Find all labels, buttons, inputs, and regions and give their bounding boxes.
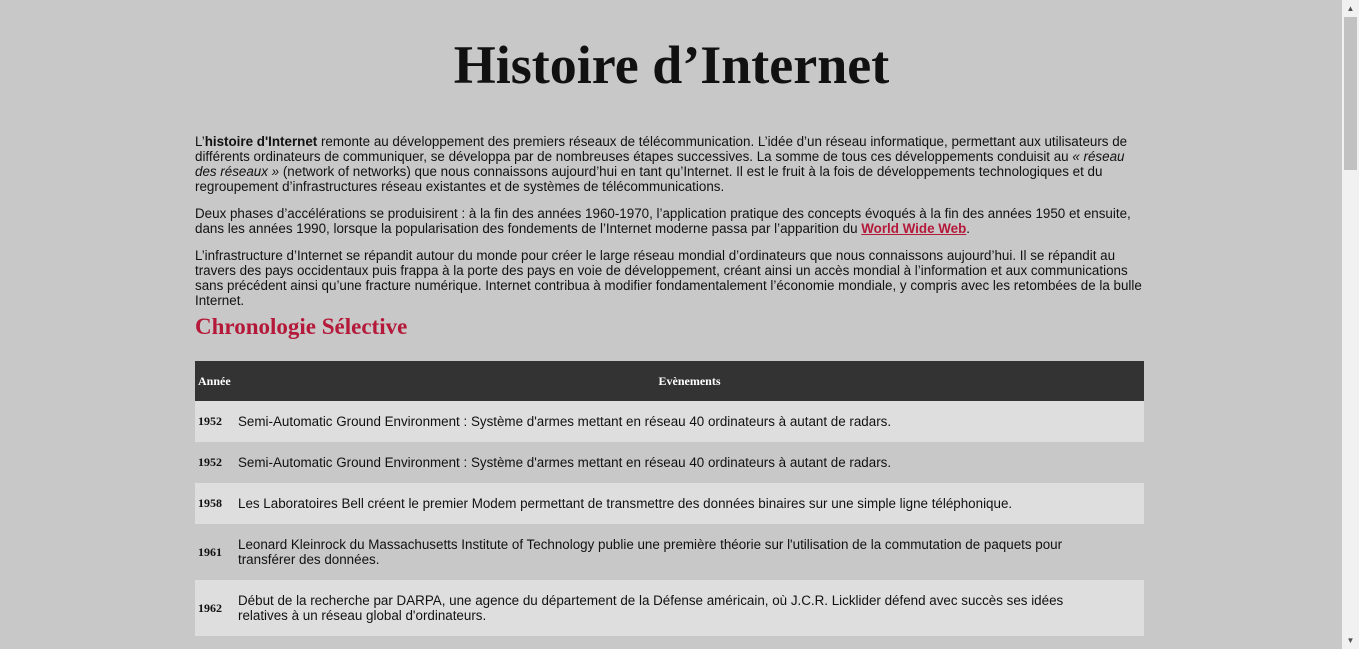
- column-header-event: Evènements: [658, 373, 721, 388]
- intro-paragraph-2: Deux phases d’accélérations se produisir…: [195, 206, 1131, 236]
- row-event: Début de la recherche par DARPA, une age…: [238, 593, 1064, 623]
- row-year: 1962: [198, 600, 222, 615]
- world-wide-web-link[interactable]: World Wide Web: [861, 221, 966, 236]
- table-row: 1961 Leonard Kleinrock du Massachusetts …: [195, 524, 1144, 580]
- row-year: 1952: [198, 414, 222, 428]
- table-header-row: Année Evènements: [195, 361, 1144, 401]
- row-year: 1961: [198, 544, 222, 559]
- table-row: 1952 Semi-Automatic Ground Environment :…: [195, 401, 1144, 442]
- chronology-heading: Chronologie Sélective: [195, 314, 408, 339]
- scroll-down-arrow-icon[interactable]: ▼: [1342, 632, 1359, 649]
- chronology-table: Année Evènements 1952 Semi-Automatic Gro…: [195, 361, 1144, 636]
- table-row: 1952 Semi-Automatic Ground Environment :…: [195, 442, 1144, 483]
- intro-paragraph-3: L’infrastructure d’Internet se répandit …: [195, 248, 1142, 308]
- row-event: Semi-Automatic Ground Environment : Syst…: [238, 414, 892, 429]
- row-event: Leonard Kleinrock du Massachusetts Insti…: [238, 537, 1063, 567]
- intro-bold-term: histoire d'Internet: [204, 134, 318, 149]
- vertical-scrollbar[interactable]: ▲ ▼: [1342, 0, 1359, 649]
- intro-paragraph-1: L’histoire d'Internet remonte au dévelop…: [195, 134, 1128, 194]
- table-row: 1958 Les Laboratoires Bell créent le pre…: [195, 483, 1144, 524]
- column-header-year: Année: [198, 373, 231, 388]
- intro-section: L’histoire d'Internet remonte au dévelop…: [195, 134, 1144, 320]
- page-title: Histoire d’Internet: [453, 35, 890, 95]
- row-year: 1952: [198, 455, 222, 469]
- row-event: Les Laboratoires Bell créent le premier …: [238, 496, 1013, 511]
- scroll-up-arrow-icon[interactable]: ▲: [1342, 0, 1359, 17]
- row-year: 1958: [198, 496, 222, 510]
- row-event: Semi-Automatic Ground Environment : Syst…: [238, 455, 892, 470]
- scrollbar-thumb[interactable]: [1344, 17, 1357, 170]
- table-row: 1962 Début de la recherche par DARPA, un…: [195, 580, 1144, 636]
